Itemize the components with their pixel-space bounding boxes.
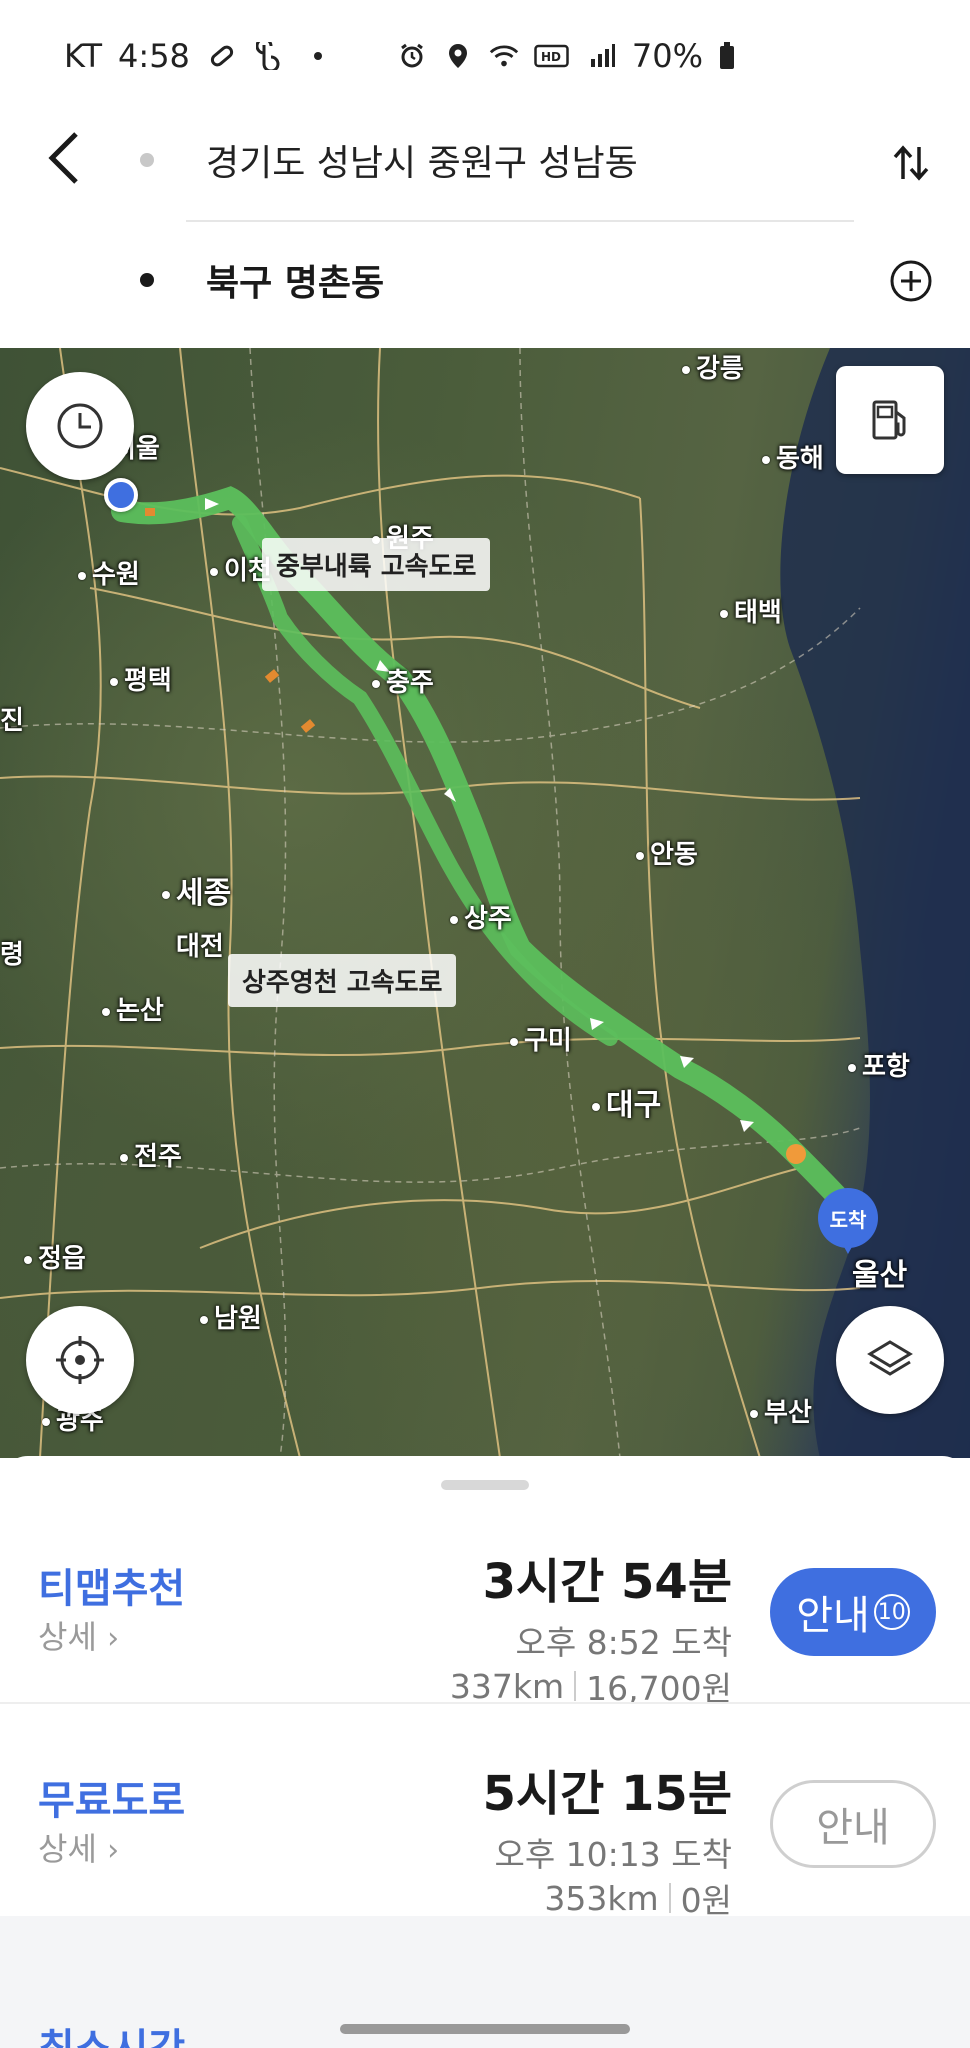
- route-distance: 337km: [449, 1666, 565, 1706]
- peek-route-name: 최소시간: [38, 2016, 185, 2048]
- layers-icon: [867, 1340, 913, 1376]
- route-option-recommended[interactable]: 티맵추천 상세 › 3시간 54분 오후 8:52 도착 337km 16,70…: [0, 1512, 970, 1722]
- route-options-sheet: 티맵추천 상세 › 3시간 54분 오후 8:52 도착 337km 16,70…: [0, 1456, 970, 2048]
- map-label-jeongeup: 정읍: [24, 1238, 86, 1275]
- map-label-left-edge: 령: [0, 940, 24, 970]
- map-label-daegu: 대구: [592, 1080, 661, 1124]
- start-location-marker: [104, 478, 138, 512]
- map-label-andong: 안동: [636, 834, 698, 871]
- fuel-pump-icon: [872, 400, 906, 440]
- map-layers-button[interactable]: [836, 1306, 944, 1414]
- route-detail-link[interactable]: 상세 ›: [38, 1612, 119, 1658]
- map-label-gangneung: 강릉: [682, 348, 744, 385]
- map-label-donghae: 동해: [762, 438, 824, 475]
- map-label-chungju: 충주: [372, 662, 434, 699]
- route-toll-cost: 0원: [680, 1881, 732, 1920]
- route-name: 티맵추천: [38, 1566, 186, 1612]
- map-view[interactable]: 강릉 동해 서울 원주 수원 이천 태백 평택 충주 진 세종 안동 상주 대전…: [0, 348, 970, 1458]
- clock-icon: [57, 403, 103, 449]
- swap-arrows-icon: [893, 145, 929, 181]
- map-label-pyeongtaek: 평택: [110, 660, 172, 697]
- arrival-pin[interactable]: 도착: [818, 1188, 878, 1260]
- back-button[interactable]: [36, 130, 92, 186]
- map-label-sangju: 상주: [450, 898, 512, 935]
- route-detail-label: 상세: [38, 1830, 97, 1868]
- swap-route-button[interactable]: [886, 138, 936, 188]
- guide-count-badge: 10: [873, 1594, 910, 1630]
- route-duration: 5시간 15분: [482, 1766, 732, 1822]
- route-name: 무료도로: [38, 1778, 186, 1824]
- map-label-suwon: 수원: [78, 554, 140, 591]
- map-label-namwon: 남원: [200, 1298, 262, 1335]
- origin-row[interactable]: 경기도 성남시 중원구 성남동: [140, 130, 860, 190]
- map-label-sejong: 세종: [162, 868, 231, 912]
- route-meta: 353km 0원: [544, 1874, 732, 1922]
- route-arrival-time: 오후 8:52 도착: [515, 1623, 732, 1662]
- destination-dot-icon: [140, 273, 154, 287]
- guide-label: 안내: [816, 1805, 890, 1851]
- meta-separator: [574, 1671, 577, 1701]
- map-label-nonsan: 논산: [102, 990, 164, 1027]
- plus-circle-icon: [890, 260, 932, 302]
- crosshair-icon: [56, 1336, 104, 1384]
- home-indicator[interactable]: [340, 2024, 630, 2034]
- meta-separator: [668, 1883, 671, 1913]
- route-divider: [0, 1702, 970, 1704]
- history-button[interactable]: [26, 372, 134, 480]
- map-label-busan: 부산: [750, 1392, 812, 1429]
- route-arrival-time: 오후 10:13 도착: [494, 1835, 732, 1874]
- arrival-pin-tip: [838, 1236, 858, 1254]
- map-label-jeonju: 전주: [120, 1136, 182, 1173]
- add-waypoint-button[interactable]: [888, 258, 934, 304]
- map-label-gumi: 구미: [510, 1020, 572, 1057]
- route-duration: 3시간 54분: [482, 1554, 732, 1610]
- sheet-drag-handle[interactable]: [441, 1480, 529, 1490]
- start-guidance-button[interactable]: 안내 10: [770, 1568, 936, 1656]
- destination-field[interactable]: 북구 명촌동: [206, 254, 384, 306]
- route-search-header: 경기도 성남시 중원구 성남동 북구 명촌동: [0, 0, 970, 348]
- route-detail-label: 상세: [38, 1618, 97, 1656]
- chevron-right-icon: ›: [107, 1621, 120, 1656]
- origin-field[interactable]: 경기도 성남시 중원구 성남동: [206, 134, 638, 186]
- road-callout-jungbu[interactable]: 중부내륙 고속도로: [262, 538, 491, 591]
- header-divider: [186, 220, 854, 222]
- route-distance: 353km: [544, 1878, 659, 1918]
- guide-label: 안내: [796, 1593, 870, 1639]
- fuel-station-button[interactable]: [836, 366, 944, 474]
- chevron-right-icon: ›: [107, 1833, 120, 1868]
- route-detail-link[interactable]: 상세 ›: [38, 1824, 119, 1870]
- road-callout-sangju-yeongcheon[interactable]: 상주영천 고속도로: [228, 954, 457, 1007]
- map-label-daejeon: 대전: [176, 932, 224, 962]
- map-label-jin: 진: [0, 706, 24, 736]
- start-guidance-button[interactable]: 안내: [770, 1780, 936, 1868]
- chevron-left-icon: [48, 132, 78, 184]
- map-label-taebaek: 태백: [720, 592, 782, 629]
- route-option-free-road[interactable]: 무료도로 상세 › 5시간 15분 오후 10:13 도착 353km 0원 안…: [0, 1724, 970, 1934]
- origin-dot-icon: [140, 153, 154, 167]
- current-location-button[interactable]: [26, 1306, 134, 1414]
- map-label-pohang: 포항: [848, 1046, 910, 1083]
- destination-row[interactable]: 북구 명촌동: [140, 250, 860, 310]
